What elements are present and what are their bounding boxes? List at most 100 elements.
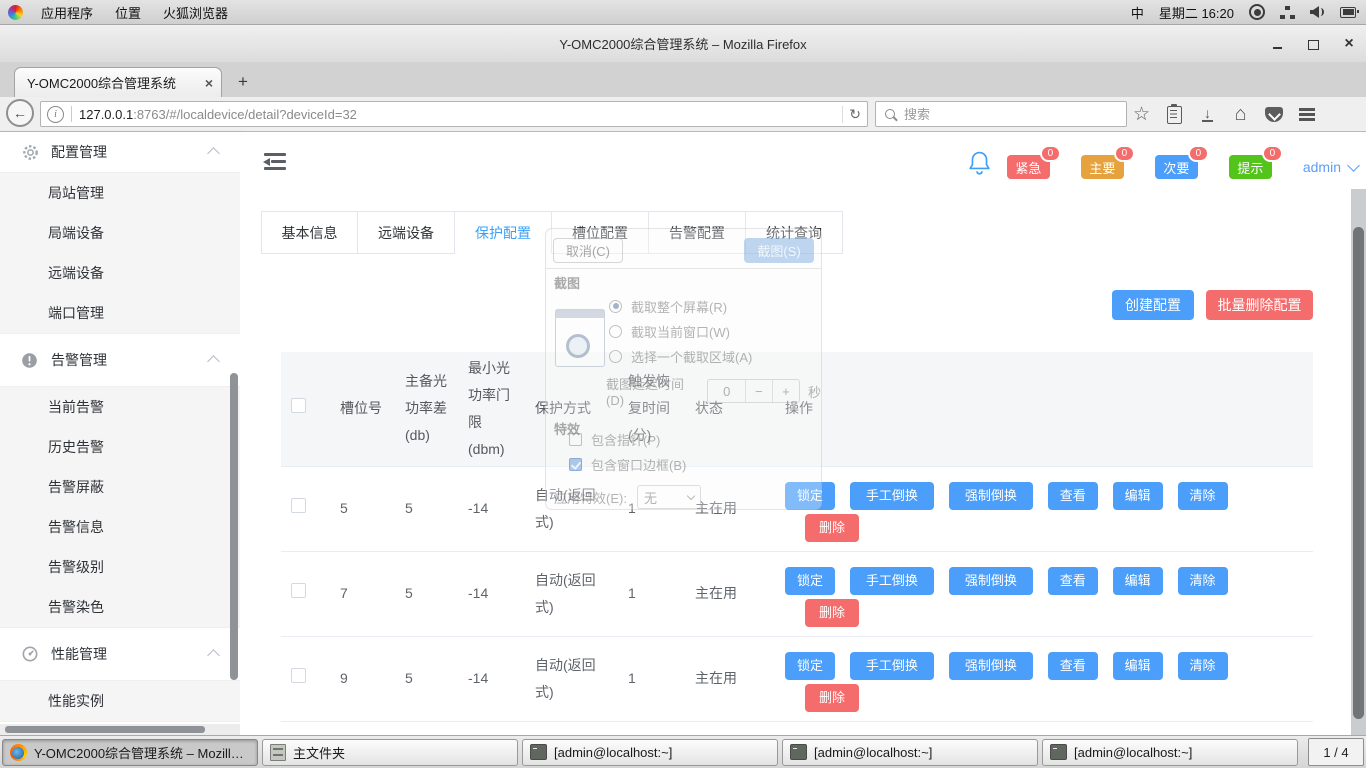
- sidebar-item-alarm-info[interactable]: 告警信息: [0, 507, 240, 547]
- view-button[interactable]: 查看: [1048, 482, 1098, 510]
- view-button[interactable]: 查看: [1048, 567, 1098, 595]
- bookmark-star-icon[interactable]: [1131, 104, 1152, 125]
- browser-tab[interactable]: Y-OMC2000综合管理系统: [14, 67, 222, 97]
- force-switch-button[interactable]: 强制倒换: [949, 652, 1033, 680]
- sidebar-group-label: 配置管理: [51, 142, 209, 162]
- downloads-icon[interactable]: [1197, 104, 1218, 125]
- alarm-badge-hint[interactable]: 提示 0: [1229, 155, 1272, 179]
- sidebar-horizontal-scrollbar[interactable]: [0, 724, 240, 735]
- tab-alarm-config[interactable]: 告警配置: [649, 211, 746, 254]
- view-button[interactable]: 查看: [1048, 652, 1098, 680]
- manual-switch-button[interactable]: 手工倒换: [850, 482, 934, 510]
- sidebar-collapse-icon[interactable]: [264, 153, 286, 170]
- input-method-indicator[interactable]: 中: [1131, 3, 1144, 22]
- search-box[interactable]: [875, 101, 1127, 127]
- select-all-checkbox[interactable]: [291, 398, 306, 413]
- sidebar-item-remote-device[interactable]: 远端设备: [0, 253, 240, 293]
- menu-applications[interactable]: 应用程序: [37, 3, 97, 22]
- page-scrollbar-thumb[interactable]: [1353, 227, 1364, 719]
- delete-button[interactable]: 删除: [805, 514, 859, 542]
- force-switch-button[interactable]: 强制倒换: [949, 567, 1033, 595]
- task-file-manager[interactable]: 主文件夹: [262, 739, 518, 766]
- tab-protection-config[interactable]: 保护配置: [455, 211, 552, 254]
- batch-delete-config-button[interactable]: 批量删除配置: [1206, 290, 1313, 320]
- sidebar-vertical-scrollbar[interactable]: [230, 373, 238, 680]
- battery-tray-icon[interactable]: [1340, 7, 1356, 18]
- sidebar-group-alarm[interactable]: 告警管理: [0, 334, 240, 387]
- cell-status: 主在用: [685, 466, 775, 551]
- lock-button[interactable]: 锁定: [785, 567, 835, 595]
- sidebar-item-perf-instance[interactable]: 性能实例: [0, 681, 240, 721]
- manual-switch-button[interactable]: 手工倒换: [850, 567, 934, 595]
- menu-firefox[interactable]: 火狐浏览器: [159, 3, 232, 22]
- url-bar[interactable]: 127.0.0.1 :8763/#/localdevice/detail?dev…: [40, 101, 868, 127]
- lock-button[interactable]: 锁定: [785, 652, 835, 680]
- site-info-icon[interactable]: [47, 106, 64, 123]
- task-terminal-2[interactable]: [admin@localhost:~]: [782, 739, 1038, 766]
- task-firefox[interactable]: Y-OMC2000综合管理系统 – Mozill…: [2, 739, 258, 766]
- sidebar-item-alarm-mask[interactable]: 告警屏蔽: [0, 467, 240, 507]
- force-switch-button[interactable]: 强制倒换: [949, 482, 1033, 510]
- tab-slot-config[interactable]: 槽位配置: [552, 211, 649, 254]
- delete-button[interactable]: 删除: [805, 599, 859, 627]
- back-button[interactable]: [6, 99, 34, 127]
- clear-button[interactable]: 清除: [1178, 567, 1228, 595]
- search-input[interactable]: [902, 106, 1126, 123]
- maximize-button[interactable]: [1306, 37, 1320, 51]
- alarm-badge-critical[interactable]: 紧急 0: [1007, 155, 1050, 179]
- row-checkbox[interactable]: [291, 668, 306, 683]
- minimize-button[interactable]: [1270, 37, 1284, 51]
- sidebar-item-history-alarm[interactable]: 历史告警: [0, 427, 240, 467]
- row-checkbox[interactable]: [291, 583, 306, 598]
- row-checkbox[interactable]: [291, 498, 306, 513]
- tab-remote-device[interactable]: 远端设备: [358, 211, 455, 254]
- reload-icon[interactable]: [842, 106, 861, 123]
- cell-min-power: -14: [458, 551, 525, 636]
- sidebar-group-config[interactable]: 配置管理: [0, 132, 240, 173]
- edit-button[interactable]: 编辑: [1113, 652, 1163, 680]
- task-terminal-3[interactable]: [admin@localhost:~]: [1042, 739, 1298, 766]
- sidebar-item-local-device[interactable]: 局端设备: [0, 213, 240, 253]
- col-status: 状态: [685, 352, 775, 466]
- delete-button[interactable]: 删除: [805, 684, 859, 712]
- create-config-button[interactable]: 创建配置: [1112, 290, 1194, 320]
- menu-places[interactable]: 位置: [111, 3, 145, 22]
- menu-hamburger-icon[interactable]: [1296, 104, 1317, 125]
- sidebar-item-station-mgmt[interactable]: 局站管理: [0, 173, 240, 213]
- volume-tray-icon[interactable]: [1310, 6, 1325, 18]
- applications-menu-icon[interactable]: [8, 5, 23, 20]
- sidebar-item-alarm-color[interactable]: 告警染色: [0, 587, 240, 627]
- sidebar-item-port-mgmt[interactable]: 端口管理: [0, 293, 240, 333]
- col-power-diff: 主备光功率差(db): [395, 352, 458, 466]
- pocket-icon[interactable]: [1263, 104, 1284, 125]
- table-row: 9 5 -14 自动(返回式) 1 主在用 锁定 手工倒换 强制倒换 查看: [281, 636, 1313, 721]
- clear-button[interactable]: 清除: [1178, 652, 1228, 680]
- manual-switch-button[interactable]: 手工倒换: [850, 652, 934, 680]
- sidebar-item-current-alarm[interactable]: 当前告警: [0, 387, 240, 427]
- workspace-switcher[interactable]: 1 / 4: [1308, 738, 1364, 766]
- badge-count: 0: [1188, 145, 1209, 162]
- notification-bell-icon[interactable]: [966, 149, 993, 183]
- tab-basic-info[interactable]: 基本信息: [261, 211, 358, 254]
- sidebar-group-performance[interactable]: 性能管理: [0, 628, 240, 681]
- sidebar-item-alarm-level[interactable]: 告警级别: [0, 547, 240, 587]
- screenshot-tray-icon[interactable]: [1249, 4, 1265, 20]
- tab-close-icon[interactable]: [199, 75, 213, 91]
- chevron-up-icon: [207, 649, 220, 662]
- alarm-badge-major[interactable]: 主要 0: [1081, 155, 1124, 179]
- close-button[interactable]: [1342, 37, 1356, 51]
- new-tab-button[interactable]: [230, 70, 256, 94]
- edit-button[interactable]: 编辑: [1113, 482, 1163, 510]
- lock-button[interactable]: 锁定: [785, 482, 835, 510]
- network-tray-icon[interactable]: [1280, 6, 1295, 19]
- clear-button[interactable]: 清除: [1178, 482, 1228, 510]
- task-terminal-1[interactable]: [admin@localhost:~]: [522, 739, 778, 766]
- home-icon[interactable]: [1230, 104, 1251, 125]
- user-menu[interactable]: admin: [1303, 159, 1358, 175]
- page-scrollbar[interactable]: [1351, 189, 1366, 735]
- clock[interactable]: 星期二 16:20: [1159, 3, 1234, 22]
- edit-button[interactable]: 编辑: [1113, 567, 1163, 595]
- bookmarks-menu-icon[interactable]: [1164, 104, 1185, 125]
- tab-statistics-query[interactable]: 统计查询: [746, 211, 843, 254]
- alarm-badge-minor[interactable]: 次要 0: [1155, 155, 1198, 179]
